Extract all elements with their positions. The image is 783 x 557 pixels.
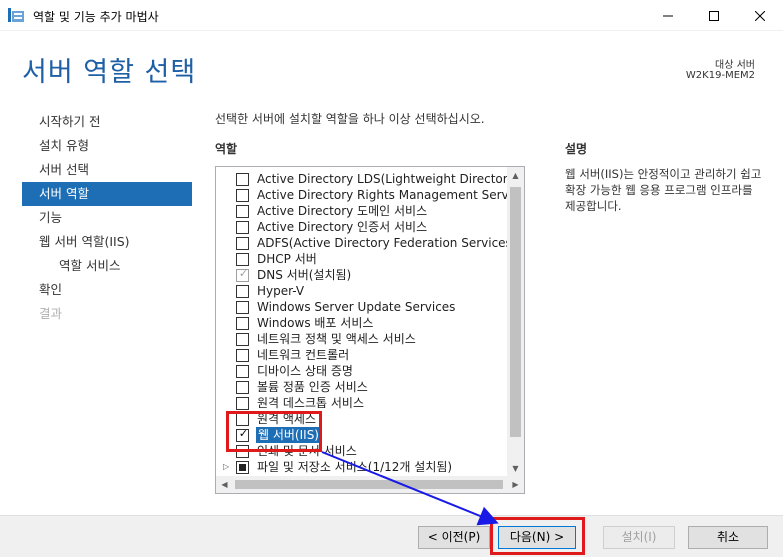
role-label: Active Directory Rights Management Servi… [257,188,524,202]
role-row[interactable]: Active Directory LDS(Lightweight Directo… [216,171,524,187]
role-label: 네트워크 컨트롤러 [257,348,350,362]
role-checkbox[interactable] [236,349,249,362]
server-manager-icon [8,8,24,22]
role-checkbox[interactable] [236,205,249,218]
role-row[interactable]: ▷ 파일 및 저장소 서비스(1/12개 설치됨) [216,459,524,475]
role-row[interactable]: 볼륨 정품 인증 서비스 [216,379,524,395]
role-label: Active Directory 인증서 서비스 [257,220,428,234]
role-checkbox[interactable] [236,253,249,266]
instruction-text: 선택한 서버에 설치할 역할을 하나 이상 선택하십시오. [215,112,485,126]
role-checkbox[interactable] [236,237,249,250]
annotation-highlight-iis [226,411,322,452]
previous-button[interactable]: < 이전(P) [418,526,490,549]
role-checkbox[interactable] [236,317,249,330]
role-row[interactable]: 네트워크 정책 및 액세스 서비스 [216,331,524,347]
role-label: DNS 서버(설치됨) [257,268,352,282]
nav-item-confirmation[interactable]: 확인 [22,278,192,302]
minimize-icon [663,15,673,16]
maximize-icon [709,10,719,21]
role-row[interactable]: 디바이스 상태 증명 [216,363,524,379]
destination-server-value: W2K19-MEM2 [685,70,755,81]
horizontal-scrollbar[interactable]: ◀ ▶ [216,476,524,493]
title-bar: 역할 및 기능 추가 마법사 [0,0,783,31]
expand-arrow-icon[interactable]: ▷ [223,459,229,475]
nav-item-before-you-begin[interactable]: 시작하기 전 [22,110,192,134]
minimize-button[interactable] [645,0,691,31]
role-checkbox[interactable] [236,381,249,394]
role-checkbox[interactable] [236,397,249,410]
role-checkbox[interactable] [236,173,249,186]
nav-item-server-roles[interactable]: 서버 역할 [22,182,192,206]
nav-item-server-selection[interactable]: 서버 선택 [22,158,192,182]
cancel-button[interactable]: 취소 [688,526,768,549]
role-checkbox[interactable] [236,221,249,234]
scroll-up-icon[interactable]: ▲ [507,167,524,184]
role-label: 원격 데스크톱 서비스 [257,396,364,410]
destination-server-label: 대상 서버 [715,60,755,71]
annotation-highlight-next [490,517,585,555]
close-button[interactable] [737,0,783,31]
role-checkbox[interactable] [236,285,249,298]
scroll-right-icon[interactable]: ▶ [507,476,524,493]
role-row[interactable]: 원격 데스크톱 서비스 [216,395,524,411]
role-label: Active Directory LDS(Lightweight Directo… [257,172,524,186]
role-row[interactable]: ADFS(Active Directory Federation Service… [216,235,524,251]
nav-item-installation-type[interactable]: 설치 유형 [22,134,192,158]
description-text: 웹 서버(IIS)는 안정적이고 관리하기 쉽고 확장 가능한 웹 응용 프로그… [565,167,762,213]
role-row[interactable]: ✓ DNS 서버(설치됨) [216,267,524,283]
checkmark-icon: ✓ [238,267,249,280]
scroll-left-icon[interactable]: ◀ [216,476,233,493]
role-label: Hyper-V [257,284,305,298]
role-label: ADFS(Active Directory Federation Service… [257,236,517,250]
role-label: 파일 및 저장소 서비스(1/12개 설치됨) [257,460,453,474]
role-checkbox[interactable] [236,189,249,202]
role-row[interactable]: Windows Server Update Services [216,299,524,315]
role-label: 볼륨 정품 인증 서비스 [257,380,368,394]
role-label: 네트워크 정책 및 액세스 서비스 [257,332,416,346]
page-title: 서버 역할 선택 [22,57,197,88]
role-checkbox[interactable] [236,365,249,378]
close-icon [755,10,765,21]
role-row[interactable]: 네트워크 컨트롤러 [216,347,524,363]
wizard-nav: 시작하기 전 설치 유형 서버 선택 서버 역할 기능 웹 서버 역할(IIS)… [22,110,192,326]
role-row[interactable]: Hyper-V [216,283,524,299]
maximize-button[interactable] [691,0,737,31]
description-heading: 설명 [565,142,588,156]
roles-heading: 역할 [215,142,238,156]
window-title: 역할 및 기능 추가 마법사 [33,10,159,24]
scroll-down-icon[interactable]: ▼ [507,460,524,477]
role-label: 디바이스 상태 증명 [257,364,353,378]
role-label: Windows 배포 서비스 [257,316,374,330]
role-label: DHCP 서버 [257,252,317,266]
install-button: 설치(I) [603,526,675,549]
nav-item-role-services[interactable]: 역할 서비스 [22,254,192,278]
role-row[interactable]: Active Directory 인증서 서비스 [216,219,524,235]
role-checkbox: ✓ [236,267,249,282]
role-row[interactable]: Active Directory 도메인 서비스 [216,203,524,219]
hscrollbar-thumb[interactable] [235,480,503,489]
scrollbar-thumb[interactable] [510,187,521,437]
role-checkbox[interactable] [236,301,249,314]
nav-item-web-server-role[interactable]: 웹 서버 역할(IIS) [22,230,192,254]
role-label: Windows Server Update Services [257,300,456,314]
role-row[interactable]: Windows 배포 서비스 [216,315,524,331]
role-checkbox[interactable] [236,333,249,346]
nav-item-results: 결과 [39,306,63,321]
nav-item-features[interactable]: 기능 [22,206,192,230]
partial-check-icon [239,464,246,471]
role-row[interactable]: DHCP 서버 [216,251,524,267]
role-label: Active Directory 도메인 서비스 [257,204,428,218]
role-checkbox[interactable] [236,461,249,474]
role-row[interactable]: Active Directory Rights Management Servi… [216,187,524,203]
vertical-scrollbar[interactable]: ▲ ▼ [507,167,524,477]
